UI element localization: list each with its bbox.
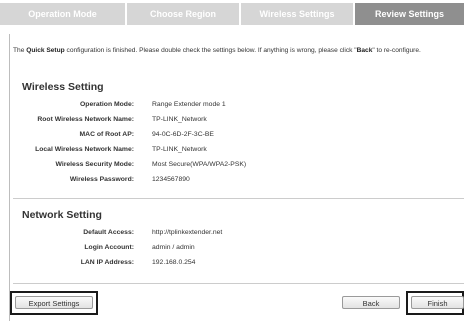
row-root-network-name: Root Wireless Network Name: TP-LINK_Netw…: [0, 116, 464, 128]
export-settings-button[interactable]: Export Settings: [15, 296, 93, 309]
tab-choose-region: Choose Region: [127, 3, 241, 25]
intro-suffix: " to re-configure.: [372, 47, 421, 54]
row-security-mode: Wireless Security Mode: Most Secure(WPA/…: [0, 161, 464, 173]
value-local-network-name: TP-LINK_Network: [152, 146, 207, 153]
intro-text: The Quick Setup configuration is finishe…: [13, 47, 421, 54]
row-local-network-name: Local Wireless Network Name: TP-LINK_Net…: [0, 146, 464, 158]
label-lan-ip: LAN IP Address:: [80, 259, 134, 266]
back-button[interactable]: Back: [342, 296, 400, 309]
row-mac-root-ap: MAC of Root AP: 94-0C-6D-2F-3C-BE: [0, 131, 464, 143]
row-lan-ip: LAN IP Address: 192.168.0.254: [0, 259, 464, 271]
tab-wireless-settings: Wireless Settings: [241, 3, 355, 25]
value-root-network-name: TP-LINK_Network: [152, 116, 207, 123]
label-wireless-password: Wireless Password:: [69, 176, 134, 183]
intro-back: Back: [356, 47, 373, 54]
value-default-access: http://tplinkextender.net: [152, 229, 223, 236]
intro-middle: configuration is finished. Please double…: [64, 47, 357, 54]
label-default-access: Default Access:: [83, 229, 134, 236]
value-mac-root-ap: 94-0C-6D-2F-3C-BE: [152, 131, 214, 138]
value-wireless-password: 1234567890: [152, 176, 190, 183]
value-operation-mode: Range Extender mode 1: [152, 101, 226, 108]
value-security-mode: Most Secure(WPA/WPA2-PSK): [152, 161, 247, 168]
value-login-account: admin / admin: [152, 244, 195, 251]
label-security-mode: Wireless Security Mode:: [55, 161, 134, 168]
tab-review-settings: Review Settings: [355, 3, 464, 25]
row-default-access: Default Access: http://tplinkextender.ne…: [0, 229, 464, 241]
label-mac-root-ap: MAC of Root AP:: [79, 131, 135, 138]
wizard-steps: Operation Mode Choose Region Wireless Se…: [0, 3, 464, 25]
row-wireless-password: Wireless Password: 1234567890: [0, 176, 464, 188]
label-login-account: Login Account:: [84, 244, 134, 251]
footer-divider: [13, 283, 464, 284]
value-lan-ip: 192.168.0.254: [152, 259, 196, 266]
finish-button[interactable]: Finish: [411, 296, 464, 309]
label-operation-mode: Operation Mode:: [80, 101, 134, 108]
row-login-account: Login Account: admin / admin: [0, 244, 464, 256]
network-setting-title: Network Setting: [22, 209, 102, 221]
tab-operation-mode: Operation Mode: [0, 3, 127, 25]
row-operation-mode: Operation Mode: Range Extender mode 1: [0, 101, 464, 113]
intro-prefix: The: [13, 47, 27, 54]
wireless-setting-title: Wireless Setting: [22, 81, 104, 93]
section-divider: [13, 198, 464, 199]
label-local-network-name: Local Wireless Network Name:: [35, 146, 134, 153]
intro-quick-setup: Quick Setup: [26, 47, 65, 54]
label-root-network-name: Root Wireless Network Name:: [37, 116, 134, 123]
